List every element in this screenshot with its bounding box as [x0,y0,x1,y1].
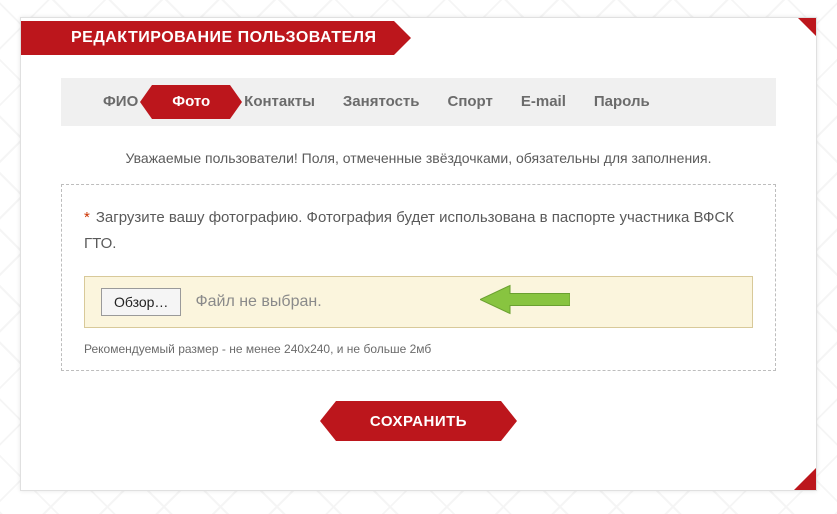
required-asterisk: * [84,209,90,226]
save-button-wrap: СОХРАНИТЬ [61,401,776,441]
size-hint: Рекомендуемый размер - не менее 240x240,… [84,342,753,356]
required-fields-notice: Уважаемые пользователи! Поля, отмеченные… [61,150,776,166]
browse-button[interactable]: Обзор… [101,288,181,316]
tab-sport[interactable]: Спорт [433,85,506,119]
tab-contacts[interactable]: Контакты [230,85,329,119]
header-ribbon: РЕДАКТИРОВАНИЕ ПОЛЬЗОВАТЕЛЯ [21,21,394,55]
tab-employment[interactable]: Занятость [329,85,434,119]
file-status-text: Файл не выбран. [195,293,321,311]
save-button[interactable]: СОХРАНИТЬ [336,401,501,441]
tab-password[interactable]: Пароль [580,85,664,119]
tab-photo[interactable]: Фото [152,85,230,119]
edit-user-panel: РЕДАКТИРОВАНИЕ ПОЛЬЗОВАТЕЛЯ ФИО Фото Кон… [20,17,817,491]
upload-instruction: *Загрузите вашу фотографию. Фотография б… [84,205,753,256]
tab-bar: ФИО Фото Контакты Занятость Спорт E-mail… [61,78,776,126]
panel-title: РЕДАКТИРОВАНИЕ ПОЛЬЗОВАТЕЛЯ [21,21,394,55]
corner-decoration-bottom-right [794,468,816,490]
instruction-text: Загрузите вашу фотографию. Фотография бу… [84,209,734,252]
file-input-row: Обзор… Файл не выбран. [84,276,753,328]
upload-section: *Загрузите вашу фотографию. Фотография б… [61,184,776,371]
panel-header: РЕДАКТИРОВАНИЕ ПОЛЬЗОВАТЕЛЯ [21,18,816,58]
arrow-annotation-icon [480,283,570,322]
panel-content: ФИО Фото Контакты Занятость Спорт E-mail… [21,58,816,441]
tab-email[interactable]: E-mail [507,85,580,119]
